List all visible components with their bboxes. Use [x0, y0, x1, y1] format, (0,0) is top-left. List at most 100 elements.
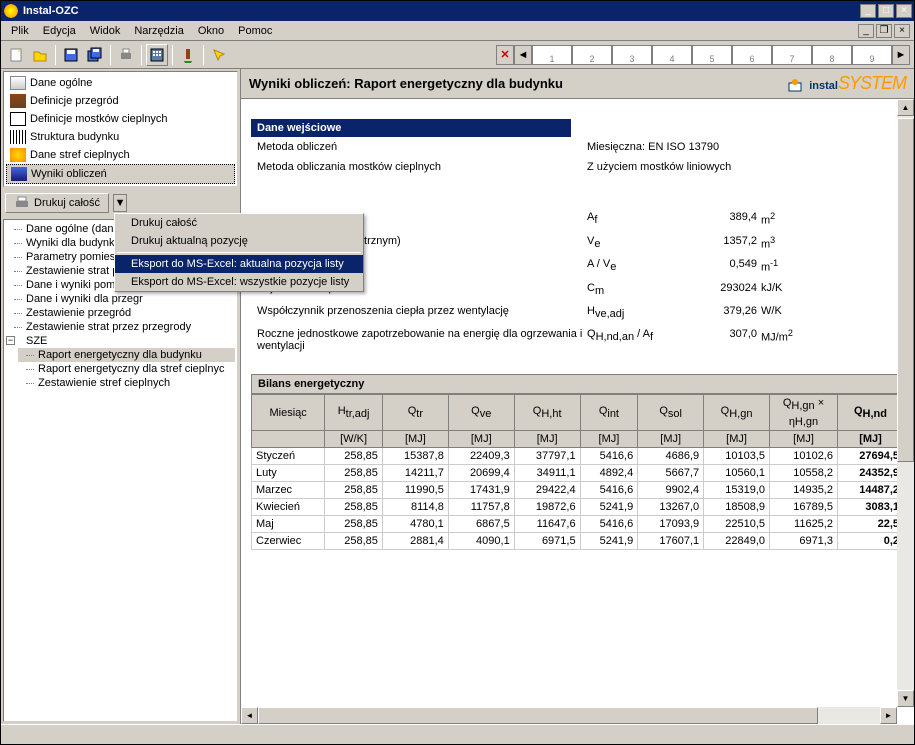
print-button[interactable]: [115, 44, 137, 66]
nav-definicje-mostkow[interactable]: Definicje mostków cieplnych: [6, 110, 235, 128]
pager-close-button[interactable]: ✕: [496, 45, 514, 65]
scroll-down-button[interactable]: ▼: [897, 690, 914, 707]
mdi-minimize-button[interactable]: _: [858, 24, 874, 38]
nav-wyniki-obliczen[interactable]: Wyniki obliczeń: [6, 164, 235, 184]
scroll-up-button[interactable]: ▲: [897, 99, 914, 116]
geo-symbol: Af: [587, 211, 677, 227]
pager-page-1[interactable]: 1: [532, 45, 572, 65]
table-cell: 14487,2: [837, 481, 903, 498]
window-title: Instal-OZC: [23, 5, 860, 17]
tree-dane-wyniki-przegr[interactable]: Dane i wyniki dla przegr: [6, 292, 235, 306]
menu-okno[interactable]: Okno: [192, 23, 230, 39]
table-header: Htr,adj: [325, 395, 383, 430]
pager-prev-button[interactable]: ◄: [514, 45, 532, 65]
vertical-scrollbar[interactable]: ▲ ▼: [897, 99, 914, 707]
scroll-track[interactable]: [258, 707, 880, 724]
document-icon: [10, 76, 26, 90]
menu-pomoc[interactable]: Pomoc: [232, 23, 278, 39]
exit-button[interactable]: [177, 44, 199, 66]
print-dropdown-button[interactable]: ▼ Drukuj całość Drukuj aktualną pozycję …: [113, 194, 127, 212]
tree-sze[interactable]: −SZE: [6, 334, 235, 348]
nav-dane-ogolne[interactable]: Dane ogólne: [6, 74, 235, 92]
scroll-left-button[interactable]: ◄: [241, 707, 258, 724]
ctx-export-wszystkie[interactable]: Eksport do MS-Excel: wszystkie pozycje l…: [115, 273, 363, 291]
report-viewport[interactable]: Dane wejściowe Metoda obliczeń Miesięczn…: [241, 99, 914, 724]
tree-zestawienie-przegrod[interactable]: Zestawienie przegród: [6, 306, 235, 320]
table-row: Luty258,8514211,720699,434911,14892,4566…: [252, 464, 904, 481]
calc-button[interactable]: [146, 44, 168, 66]
table-cell: 258,85: [325, 515, 383, 532]
new-button[interactable]: [5, 44, 27, 66]
save-button[interactable]: [60, 44, 82, 66]
table-cell: 3083,1: [837, 498, 903, 515]
pager-page-9[interactable]: 9: [852, 45, 892, 65]
print-context-menu: Drukuj całość Drukuj aktualną pozycję Ek…: [114, 213, 364, 292]
ctx-export-aktualna[interactable]: Eksport do MS-Excel: aktualna pozycja li…: [115, 255, 363, 273]
content: Dane ogólne Definicje przegród Definicje…: [1, 69, 914, 724]
table-header-unit: [MJ]: [837, 430, 903, 447]
scroll-track[interactable]: [897, 116, 914, 690]
table-cell: 258,85: [325, 464, 383, 481]
tree-raport-stref[interactable]: Raport energetyczny dla stref cieplnyc: [18, 362, 235, 376]
scroll-thumb[interactable]: [258, 707, 818, 724]
geo-value: 1357,2: [677, 235, 757, 251]
sidebar: Dane ogólne Definicje przegród Definicje…: [1, 69, 241, 724]
tree-raport-budynku[interactable]: Raport energetyczny dla budynku: [18, 348, 235, 362]
pager-page-2[interactable]: 2: [572, 45, 612, 65]
pager-next-button[interactable]: ►: [892, 45, 910, 65]
minimize-button[interactable]: _: [860, 4, 876, 18]
nav-struktura-budynku[interactable]: Struktura budynku: [6, 128, 235, 146]
pager-page-5[interactable]: 5: [692, 45, 732, 65]
print-all-button[interactable]: Drukuj całość: [5, 193, 109, 213]
menubar: Plik Edycja Widok Narzędzia Okno Pomoc _…: [1, 21, 914, 41]
table-cell: 22849,0: [704, 532, 770, 549]
table-cell: 11757,8: [448, 498, 514, 515]
table-cell: 20699,4: [448, 464, 514, 481]
results-icon: [11, 167, 27, 181]
table-cell: 11647,6: [514, 515, 580, 532]
pager-page-6[interactable]: 6: [732, 45, 772, 65]
scroll-right-button[interactable]: ►: [880, 707, 897, 724]
pager-page-7[interactable]: 7: [772, 45, 812, 65]
collapse-icon[interactable]: −: [6, 336, 15, 345]
geo-unit: m2: [757, 211, 817, 227]
saveall-button[interactable]: [84, 44, 106, 66]
geo-unit: kJ/K: [757, 282, 817, 297]
nav-tree: Dane ogólne Definicje przegród Definicje…: [3, 71, 238, 187]
table-cell: 15387,8: [382, 447, 448, 464]
table-cell: 13267,0: [638, 498, 704, 515]
geo-unit: m3: [757, 235, 817, 251]
pager-page-8[interactable]: 8: [812, 45, 852, 65]
table-cell: 6971,3: [770, 532, 838, 549]
ctx-drukuj-aktualna[interactable]: Drukuj aktualną pozycję: [115, 232, 363, 250]
table-cell: 16789,5: [770, 498, 838, 515]
help-button[interactable]: [208, 44, 230, 66]
bridge-icon: [10, 112, 26, 126]
nav-definicje-przegrod[interactable]: Definicje przegród: [6, 92, 235, 110]
pager-page-4[interactable]: 4: [652, 45, 692, 65]
mdi-restore-button[interactable]: ❐: [876, 24, 892, 38]
tree-zestawienie-strat-przegrody[interactable]: Zestawienie strat przez przegrody: [6, 320, 235, 334]
pager-page-3[interactable]: 3: [612, 45, 652, 65]
geo-unit: W/K: [757, 305, 817, 320]
open-button[interactable]: [29, 44, 51, 66]
horizontal-scrollbar[interactable]: ◄ ►: [241, 707, 897, 724]
tree-zestawienie-stref[interactable]: Zestawienie stref cieplnych: [18, 376, 235, 390]
menu-edycja[interactable]: Edycja: [37, 23, 82, 39]
menu-plik[interactable]: Plik: [5, 23, 35, 39]
input-row: Metoda obliczania mostków cieplnych Z uż…: [251, 157, 904, 177]
table-header: Qint: [580, 395, 638, 430]
mdi-close-button[interactable]: ×: [894, 24, 910, 38]
scroll-thumb[interactable]: [897, 118, 914, 462]
main-header: Wyniki obliczeń: Raport energetyczny dla…: [241, 69, 914, 99]
close-button[interactable]: ×: [896, 4, 912, 18]
menu-widok[interactable]: Widok: [84, 23, 127, 39]
nav-dane-stref[interactable]: Dane stref cieplnych: [6, 146, 235, 164]
table-cell: 5416,6: [580, 447, 638, 464]
menu-narzedzia[interactable]: Narzędzia: [128, 23, 190, 39]
maximize-button[interactable]: □: [878, 4, 894, 18]
geo-unit: m-1: [757, 258, 817, 274]
table-cell: 10102,6: [770, 447, 838, 464]
logo-icon: [787, 77, 805, 93]
ctx-drukuj-calosc[interactable]: Drukuj całość: [115, 214, 363, 232]
